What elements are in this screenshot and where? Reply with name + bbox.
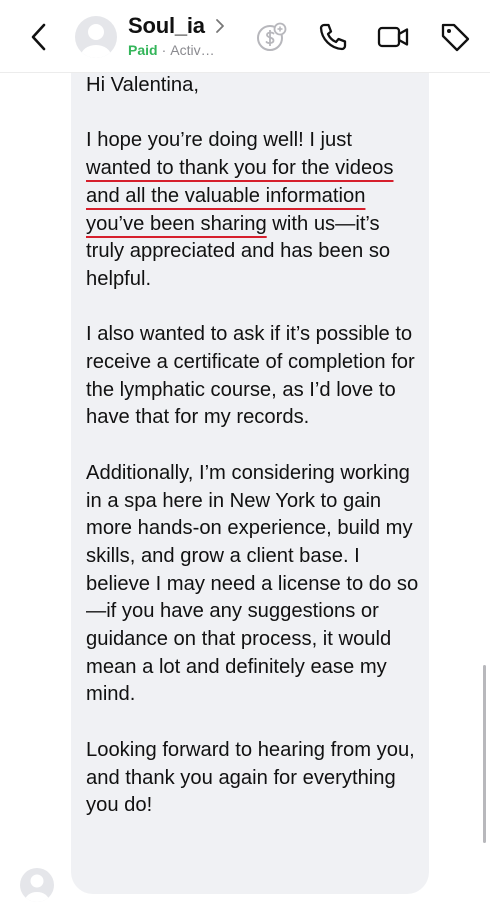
tag-icon[interactable] — [438, 20, 472, 54]
video-camera-icon[interactable] — [376, 20, 410, 54]
money-sign-icon[interactable] — [254, 20, 288, 54]
message-paragraph-1: I hope you’re doing well! I just wanted … — [86, 127, 421, 293]
contact-status: Paid · Activ… — [128, 42, 215, 58]
sender-avatar[interactable] — [20, 868, 54, 902]
contact-avatar[interactable] — [75, 16, 117, 58]
message-paragraph-3: Additionally, I’m considering working in… — [86, 461, 419, 706]
scrollbar[interactable] — [483, 665, 486, 843]
phone-icon[interactable] — [316, 20, 350, 54]
chevron-left-icon[interactable] — [26, 20, 54, 54]
paragraph-1-start: I hope you’re doing well! I just — [86, 129, 352, 152]
message-paragraph-2: I also wanted to ask if it’s possible to… — [86, 323, 415, 429]
message-text: Hi Valentina, I hope you’re doing well! … — [86, 72, 421, 848]
chevron-right-icon[interactable] — [214, 17, 226, 35]
message-paragraph-4: Looking forward to hearing from you, and… — [86, 738, 415, 817]
active-status: Activ… — [170, 42, 215, 58]
message-greeting: Hi Valentina, — [86, 74, 199, 96]
contact-name[interactable]: Soul_ia — [128, 13, 205, 39]
status-separator: · — [161, 42, 167, 58]
paid-badge: Paid — [128, 42, 158, 58]
chat-header: Soul_ia Paid · Activ… — [0, 0, 490, 73]
